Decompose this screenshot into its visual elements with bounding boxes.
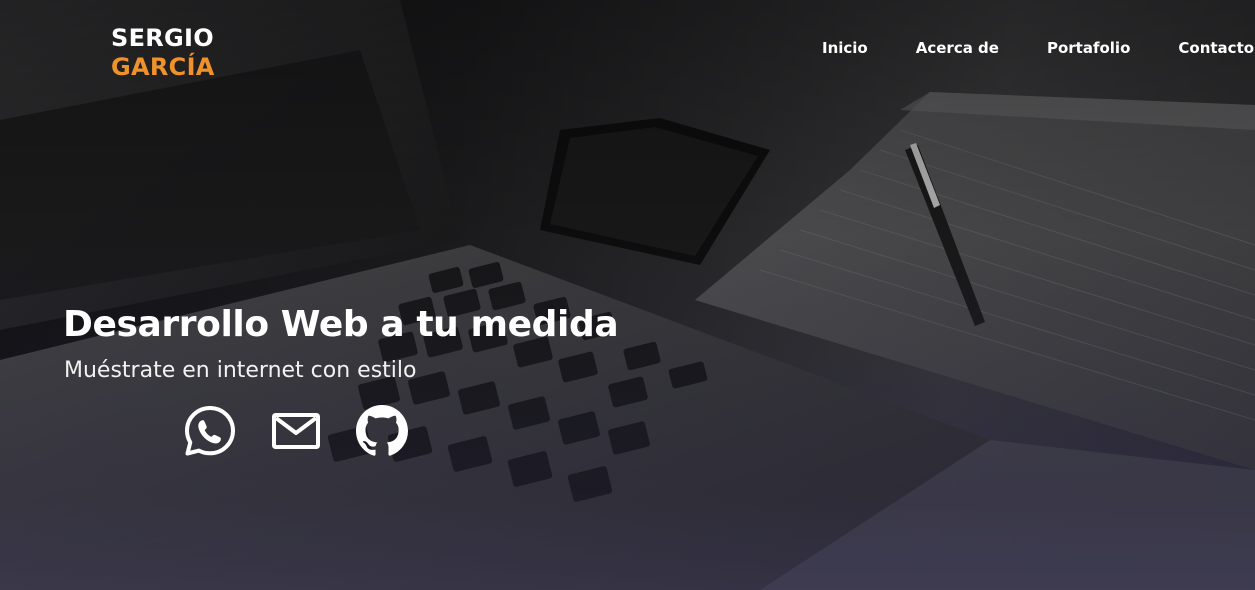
- hero-subheadline: Muéstrate en internet con estilo: [64, 358, 417, 383]
- brand-logo[interactable]: SERGIO GARCÍA: [111, 24, 215, 82]
- mail-icon: [272, 413, 320, 449]
- nav-item-inicio[interactable]: Inicio: [822, 38, 868, 58]
- github-icon: [356, 405, 408, 456]
- nav-item-portafolio[interactable]: Portafolio: [1047, 38, 1130, 58]
- email-link[interactable]: [270, 405, 322, 457]
- github-link[interactable]: [356, 405, 408, 457]
- brand-logo-first-name: SERGIO: [111, 24, 214, 52]
- nav-item-contacto[interactable]: Contacto: [1178, 38, 1254, 58]
- nav-item-acerca-de[interactable]: Acerca de: [916, 38, 999, 58]
- whatsapp-icon: [185, 406, 235, 456]
- social-links: [184, 405, 408, 457]
- hero-background-image: [0, 0, 1255, 590]
- hero-headline: Desarrollo Web a tu medida: [63, 304, 619, 345]
- hero-section: SERGIO GARCÍA Inicio Acerca de Portafoli…: [0, 0, 1255, 590]
- main-nav: Inicio Acerca de Portafolio Contacto: [822, 38, 1254, 58]
- brand-logo-last-name: GARCÍA: [111, 53, 215, 81]
- whatsapp-link[interactable]: [184, 405, 236, 457]
